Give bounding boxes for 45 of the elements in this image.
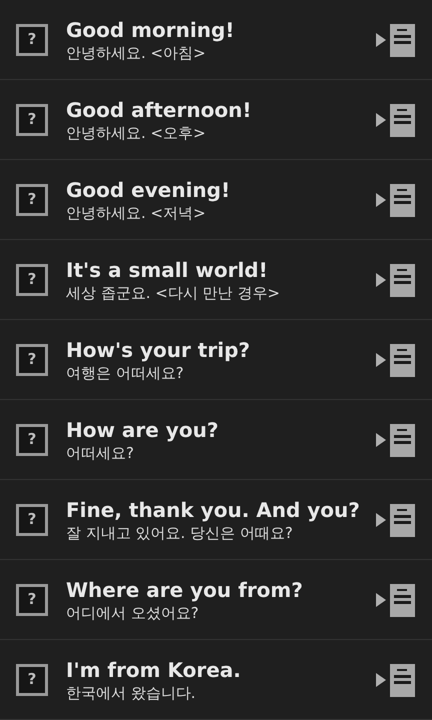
hint-button[interactable]: ?: [16, 344, 48, 376]
play-document-button[interactable]: [376, 182, 416, 218]
play-document-icon: [376, 102, 416, 138]
english-phrase: Good evening!: [66, 176, 232, 202]
play-document-button[interactable]: [376, 342, 416, 378]
hint-button[interactable]: ?: [16, 104, 48, 136]
korean-translation: 안녕하세요. <오후>: [66, 122, 207, 142]
korean-translation: 어떠세요?: [66, 442, 135, 462]
hint-button[interactable]: ?: [16, 264, 48, 296]
korean-translation: 안녕하세요. <저녁>: [66, 202, 207, 222]
english-phrase: How are you?: [66, 416, 220, 442]
hint-button[interactable]: ?: [16, 24, 48, 56]
play-document-icon: [376, 182, 416, 218]
korean-translation: 안녕하세요. <아침>: [66, 42, 207, 62]
korean-translation: 어디에서 오셨어요?: [66, 602, 200, 622]
english-phrase: How's your trip?: [66, 336, 251, 362]
english-phrase: Good morning!: [66, 16, 236, 42]
english-phrase: I'm from Korea.: [66, 656, 242, 682]
play-document-icon: [376, 422, 416, 458]
hint-button[interactable]: ?: [16, 664, 48, 696]
english-phrase: Fine, thank you. And you?: [66, 496, 361, 522]
play-document-button[interactable]: [376, 582, 416, 618]
hint-button[interactable]: ?: [16, 184, 48, 216]
korean-translation: 세상 좁군요. <다시 만난 경우>: [66, 282, 281, 302]
hint-button[interactable]: ?: [16, 584, 48, 616]
play-document-button[interactable]: [376, 502, 416, 538]
play-document-icon: [376, 22, 416, 58]
play-document-icon: [376, 262, 416, 298]
hint-button[interactable]: ?: [16, 424, 48, 456]
play-document-icon: [376, 342, 416, 378]
english-phrase: Good afternoon!: [66, 96, 252, 122]
hint-button[interactable]: ?: [16, 504, 48, 536]
english-phrase: It's a small world!: [66, 256, 269, 282]
english-phrase: Where are you from?: [66, 576, 304, 602]
play-document-icon: [376, 662, 416, 698]
korean-translation: 여행은 어떠세요?: [66, 362, 185, 382]
play-document-button[interactable]: [376, 22, 416, 58]
play-document-button[interactable]: [376, 102, 416, 138]
play-document-icon: [376, 502, 416, 538]
korean-translation: 한국에서 왔습니다.: [66, 682, 197, 702]
play-document-button[interactable]: [376, 262, 416, 298]
korean-translation: 잘 지내고 있어요. 당신은 어때요?: [66, 522, 294, 542]
play-document-button[interactable]: [376, 422, 416, 458]
play-document-icon: [376, 582, 416, 618]
play-document-button[interactable]: [376, 662, 416, 698]
